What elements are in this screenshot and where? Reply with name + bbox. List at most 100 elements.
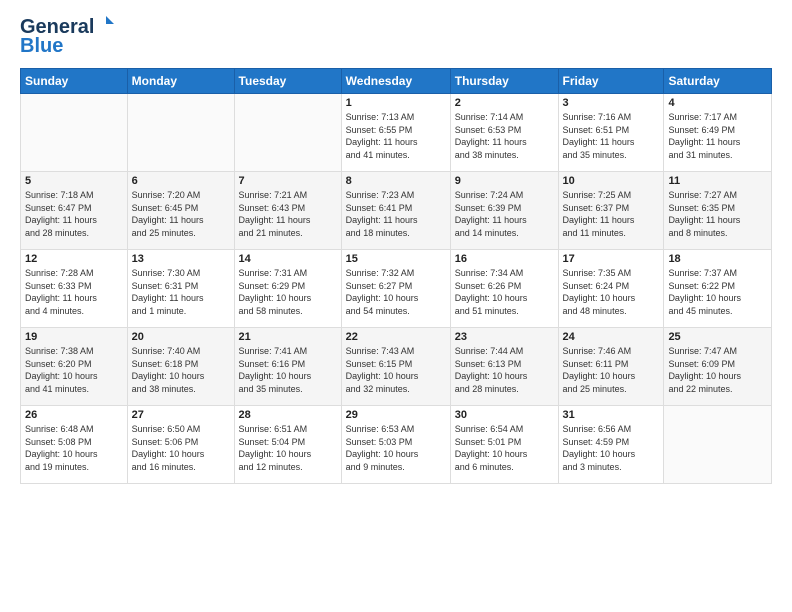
- calendar-cell: 14 Sunrise: 7:31 AM Sunset: 6:29 PM Dayli…: [234, 250, 341, 328]
- calendar-cell: 21 Sunrise: 7:41 AM Sunset: 6:16 PM Dayli…: [234, 328, 341, 406]
- day-info: Sunrise: 7:44 AM Sunset: 6:13 PM Dayligh…: [455, 345, 554, 395]
- day-info: Sunrise: 7:17 AM Sunset: 6:49 PM Dayligh…: [668, 111, 767, 161]
- day-number: 10: [563, 175, 660, 187]
- day-info: Sunrise: 7:18 AM Sunset: 6:47 PM Dayligh…: [25, 189, 123, 239]
- day-number: 5: [25, 175, 123, 187]
- calendar-cell: 6Sunrise: 7:20 AM Sunset: 6:45 PM Daylig…: [127, 172, 234, 250]
- day-number: 2: [455, 97, 554, 109]
- day-info: Sunrise: 7:21 AM Sunset: 6:43 PM Dayligh…: [239, 189, 337, 239]
- day-number: 19: [25, 331, 123, 343]
- weekday-thursday: Thursday: [450, 69, 558, 94]
- day-number: 31: [563, 409, 660, 421]
- header: General Blue: [20, 16, 772, 58]
- calendar-cell: [234, 94, 341, 172]
- calendar-cell: 24 Sunrise: 7:46 AM Sunset: 6:11 PM Dayli…: [558, 328, 664, 406]
- calendar-cell: 4 Sunrise: 7:17 AM Sunset: 6:49 PM Daylig…: [664, 94, 772, 172]
- weekday-sunday: Sunday: [21, 69, 128, 94]
- page: General Blue SundayMondayTuesdayWednesda…: [0, 0, 792, 494]
- day-number: 20: [132, 331, 230, 343]
- calendar-cell: 10 Sunrise: 7:25 AM Sunset: 6:37 PM Dayli…: [558, 172, 664, 250]
- day-info: Sunrise: 7:47 AM Sunset: 6:09 PM Dayligh…: [668, 345, 767, 395]
- calendar-cell: 16 Sunrise: 7:34 AM Sunset: 6:26 PM Dayli…: [450, 250, 558, 328]
- day-number: 24: [563, 331, 660, 343]
- logo-icon: [96, 14, 116, 34]
- calendar-week-4: 19 Sunrise: 7:38 AM Sunset: 6:20 PM Dayli…: [21, 328, 772, 406]
- calendar-week-3: 12 Sunrise: 7:28 AM Sunset: 6:33 PM Dayli…: [21, 250, 772, 328]
- calendar-week-2: 5 Sunrise: 7:18 AM Sunset: 6:47 PM Daylig…: [21, 172, 772, 250]
- day-info: Sunrise: 7:34 AM Sunset: 6:26 PM Dayligh…: [455, 267, 554, 317]
- calendar-cell: [127, 94, 234, 172]
- day-info: Sunrise: 7:27 AM Sunset: 6:35 PM Dayligh…: [668, 189, 767, 239]
- day-number: 18: [668, 253, 767, 265]
- calendar-cell: 18 Sunrise: 7:37 AM Sunset: 6:22 PM Dayli…: [664, 250, 772, 328]
- logo: General Blue: [20, 16, 116, 58]
- day-info: Sunrise: 7:23 AM Sunset: 6:41 PM Dayligh…: [346, 189, 446, 239]
- day-info: Sunrise: 7:14 AM Sunset: 6:53 PM Dayligh…: [455, 111, 554, 161]
- day-info: Sunrise: 7:40 AM Sunset: 6:18 PM Dayligh…: [132, 345, 230, 395]
- calendar-table: SundayMondayTuesdayWednesdayThursdayFrid…: [20, 68, 772, 484]
- calendar-cell: 7 Sunrise: 7:21 AM Sunset: 6:43 PM Daylig…: [234, 172, 341, 250]
- calendar-cell: 12 Sunrise: 7:28 AM Sunset: 6:33 PM Dayli…: [21, 250, 128, 328]
- day-info: Sunrise: 6:50 AM Sunset: 5:06 PM Dayligh…: [132, 423, 230, 473]
- weekday-wednesday: Wednesday: [341, 69, 450, 94]
- day-info: Sunrise: 7:38 AM Sunset: 6:20 PM Dayligh…: [25, 345, 123, 395]
- weekday-saturday: Saturday: [664, 69, 772, 94]
- day-info: Sunrise: 7:24 AM Sunset: 6:39 PM Dayligh…: [455, 189, 554, 239]
- day-number: 26: [25, 409, 123, 421]
- calendar-cell: 2 Sunrise: 7:14 AM Sunset: 6:53 PM Daylig…: [450, 94, 558, 172]
- calendar-cell: [664, 406, 772, 484]
- calendar-week-5: 26 Sunrise: 6:48 AM Sunset: 5:08 PM Dayli…: [21, 406, 772, 484]
- day-number: 12: [25, 253, 123, 265]
- calendar-cell: 23 Sunrise: 7:44 AM Sunset: 6:13 PM Dayli…: [450, 328, 558, 406]
- calendar-cell: 27 Sunrise: 6:50 AM Sunset: 5:06 PM Dayli…: [127, 406, 234, 484]
- weekday-monday: Monday: [127, 69, 234, 94]
- day-info: Sunrise: 7:30 AM Sunset: 6:31 PM Dayligh…: [132, 267, 230, 317]
- calendar-cell: 22 Sunrise: 7:43 AM Sunset: 6:15 PM Dayli…: [341, 328, 450, 406]
- day-info: Sunrise: 6:51 AM Sunset: 5:04 PM Dayligh…: [239, 423, 337, 473]
- day-info: Sunrise: 7:13 AM Sunset: 6:55 PM Dayligh…: [346, 111, 446, 161]
- calendar-cell: 1Sunrise: 7:13 AM Sunset: 6:55 PM Daylig…: [341, 94, 450, 172]
- calendar-cell: 29Sunrise: 6:53 AM Sunset: 5:03 PM Dayli…: [341, 406, 450, 484]
- calendar-cell: 19 Sunrise: 7:38 AM Sunset: 6:20 PM Dayli…: [21, 328, 128, 406]
- day-number: 16: [455, 253, 554, 265]
- day-info: Sunrise: 7:37 AM Sunset: 6:22 PM Dayligh…: [668, 267, 767, 317]
- day-number: 7: [239, 175, 337, 187]
- day-number: 30: [455, 409, 554, 421]
- day-number: 23: [455, 331, 554, 343]
- day-info: Sunrise: 7:32 AM Sunset: 6:27 PM Dayligh…: [346, 267, 446, 317]
- calendar-cell: 25 Sunrise: 7:47 AM Sunset: 6:09 PM Dayli…: [664, 328, 772, 406]
- calendar-cell: 3 Sunrise: 7:16 AM Sunset: 6:51 PM Daylig…: [558, 94, 664, 172]
- calendar-cell: 9Sunrise: 7:24 AM Sunset: 6:39 PM Daylig…: [450, 172, 558, 250]
- day-number: 3: [563, 97, 660, 109]
- weekday-header-row: SundayMondayTuesdayWednesdayThursdayFrid…: [21, 69, 772, 94]
- day-number: 17: [563, 253, 660, 265]
- day-info: Sunrise: 7:35 AM Sunset: 6:24 PM Dayligh…: [563, 267, 660, 317]
- calendar-week-1: 1Sunrise: 7:13 AM Sunset: 6:55 PM Daylig…: [21, 94, 772, 172]
- day-number: 4: [668, 97, 767, 109]
- day-number: 25: [668, 331, 767, 343]
- calendar-cell: 8Sunrise: 7:23 AM Sunset: 6:41 PM Daylig…: [341, 172, 450, 250]
- calendar-cell: 30Sunrise: 6:54 AM Sunset: 5:01 PM Dayli…: [450, 406, 558, 484]
- calendar-cell: 20 Sunrise: 7:40 AM Sunset: 6:18 PM Dayli…: [127, 328, 234, 406]
- day-number: 14: [239, 253, 337, 265]
- calendar-cell: 15Sunrise: 7:32 AM Sunset: 6:27 PM Dayli…: [341, 250, 450, 328]
- day-number: 21: [239, 331, 337, 343]
- day-info: Sunrise: 7:25 AM Sunset: 6:37 PM Dayligh…: [563, 189, 660, 239]
- weekday-tuesday: Tuesday: [234, 69, 341, 94]
- calendar-cell: 13 Sunrise: 7:30 AM Sunset: 6:31 PM Dayli…: [127, 250, 234, 328]
- day-number: 29: [346, 409, 446, 421]
- weekday-friday: Friday: [558, 69, 664, 94]
- day-info: Sunrise: 7:28 AM Sunset: 6:33 PM Dayligh…: [25, 267, 123, 317]
- calendar-cell: 5 Sunrise: 7:18 AM Sunset: 6:47 PM Daylig…: [21, 172, 128, 250]
- day-info: Sunrise: 7:31 AM Sunset: 6:29 PM Dayligh…: [239, 267, 337, 317]
- day-info: Sunrise: 7:43 AM Sunset: 6:15 PM Dayligh…: [346, 345, 446, 395]
- day-number: 22: [346, 331, 446, 343]
- day-number: 11: [668, 175, 767, 187]
- day-info: Sunrise: 7:41 AM Sunset: 6:16 PM Dayligh…: [239, 345, 337, 395]
- day-number: 13: [132, 253, 230, 265]
- day-info: Sunrise: 6:48 AM Sunset: 5:08 PM Dayligh…: [25, 423, 123, 473]
- day-info: Sunrise: 7:16 AM Sunset: 6:51 PM Dayligh…: [563, 111, 660, 161]
- calendar-cell: 28Sunrise: 6:51 AM Sunset: 5:04 PM Dayli…: [234, 406, 341, 484]
- day-number: 27: [132, 409, 230, 421]
- day-info: Sunrise: 7:46 AM Sunset: 6:11 PM Dayligh…: [563, 345, 660, 395]
